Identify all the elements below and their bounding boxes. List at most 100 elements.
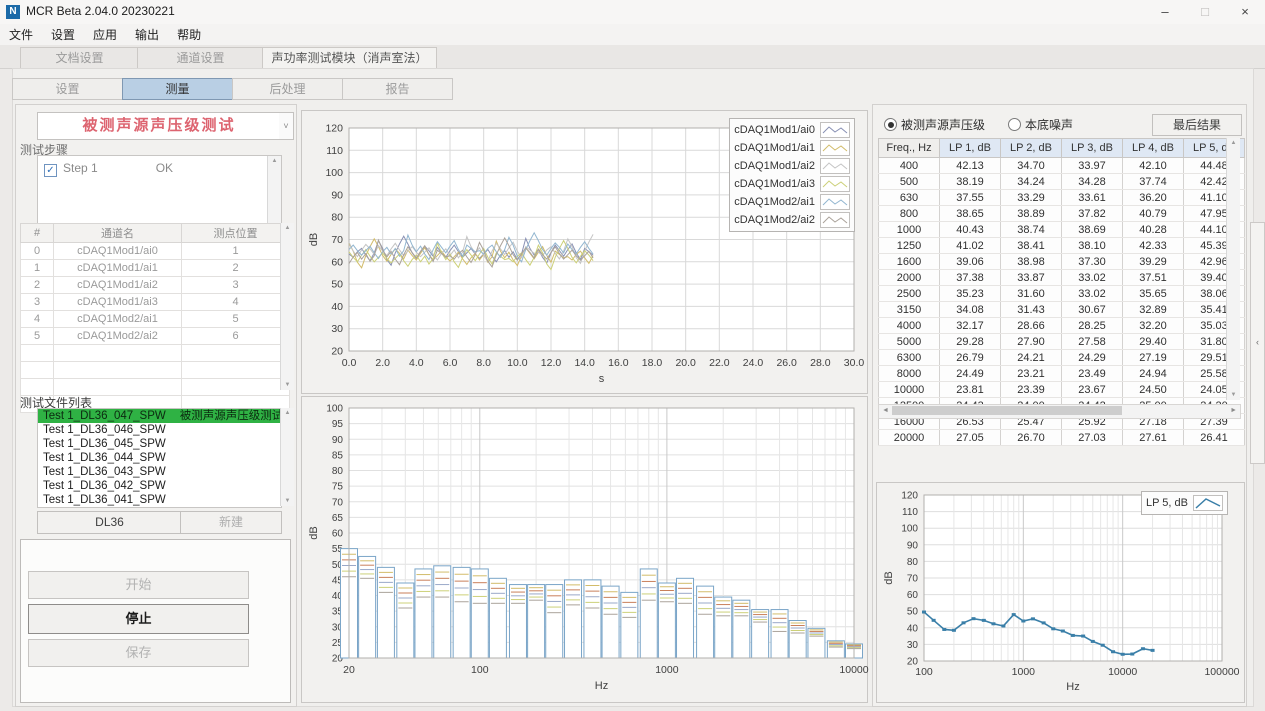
stop-button[interactable]: 停止 [28, 604, 249, 634]
scroll-left-icon[interactable]: ◄ [882, 405, 889, 417]
menu-item[interactable]: 文件 [0, 24, 42, 45]
table-row[interactable]: 160039.0638.9837.3039.2942.96 [879, 254, 1245, 270]
table-row[interactable] [21, 362, 290, 379]
list-item[interactable]: Test 1_DL36_042_SPW [38, 479, 281, 493]
channel-table[interactable]: #通道名测点位置0cDAQ1Mod1/ai011cDAQ1Mod1/ai122c… [20, 223, 290, 413]
table-row[interactable]: 80038.6538.8937.8240.7947.95 [879, 206, 1245, 222]
table-row[interactable]: 500029.2827.9027.5829.4031.80 [879, 334, 1245, 350]
sub-tab-3[interactable]: 报告 [342, 78, 453, 100]
file-name: Test 1_DL36_046_SPW [43, 424, 166, 436]
scroll-up-icon[interactable]: ▲ [281, 410, 294, 416]
scroll-up-icon[interactable]: ▲ [1227, 140, 1240, 146]
svg-text:120: 120 [901, 491, 918, 502]
step-list-item[interactable]: ✓Step 1OK [44, 161, 173, 177]
scroll-up-icon[interactable]: ▲ [281, 225, 294, 231]
svg-text:10000: 10000 [1108, 666, 1137, 678]
svg-text:110: 110 [902, 507, 918, 518]
collapse-panel-handle[interactable]: ‹ [1250, 222, 1265, 464]
main-tab-2[interactable]: 声功率测试模块（消声室法） [262, 47, 437, 69]
file-list-scrollbar[interactable]: ▲ ▼ [280, 408, 294, 506]
final-result-button[interactable]: 最后结果 [1152, 114, 1242, 136]
legend-label: cDAQ1Mod2/ai2 [734, 214, 815, 226]
checkbox-checked-icon[interactable]: ✓ [44, 164, 57, 177]
radio-background[interactable]: 本底噪声 [1008, 116, 1073, 134]
close-button[interactable]: × [1225, 0, 1265, 24]
table-row[interactable]: 800024.4923.2123.4924.9425.58 [879, 366, 1245, 382]
step-list-scrollbar[interactable]: ▲ ▼ [267, 156, 281, 232]
new-button[interactable]: 新建 [180, 511, 282, 534]
table-row[interactable]: 630026.7924.2124.2927.1929.51 [879, 350, 1245, 366]
menu-item[interactable]: 输出 [126, 24, 168, 45]
table-row[interactable]: 400032.1728.6628.2532.2035.03 [879, 318, 1245, 334]
maximize-button[interactable]: □ [1185, 0, 1225, 24]
radio-source[interactable]: 被测声源声压级 [884, 116, 985, 134]
main-tab-0[interactable]: 文档设置 [20, 47, 139, 68]
list-item[interactable]: Test 1_DL36_045_SPW [38, 437, 281, 451]
table-row[interactable]: 0cDAQ1Mod1/ai01 [21, 243, 290, 260]
start-button[interactable]: 开始 [28, 571, 249, 599]
scroll-down-icon[interactable]: ▼ [1227, 392, 1240, 398]
scroll-right-icon[interactable]: ► [1230, 405, 1237, 417]
test-type-combo[interactable]: 被测声源声压级测试 [37, 112, 281, 140]
table-row[interactable]: 40042.1334.7033.9742.1044.48 [879, 158, 1245, 174]
svg-text:95: 95 [332, 419, 344, 430]
table-row[interactable]: 2cDAQ1Mod1/ai23 [21, 277, 290, 294]
time-history-chart: 20304050607080901001101200.02.04.06.08.0… [301, 110, 868, 394]
scroll-down-icon[interactable]: ▼ [281, 498, 294, 504]
table-row[interactable]: 125041.0238.4138.1042.3345.39 [879, 238, 1245, 254]
table-row[interactable]: 200037.3833.8733.0237.5139.40 [879, 270, 1245, 286]
channel-table-scrollbar[interactable]: ▲ ▼ [280, 223, 294, 390]
save-button[interactable]: 保存 [28, 639, 249, 667]
svg-text:dB: dB [308, 526, 320, 539]
scroll-up-icon[interactable]: ▲ [268, 158, 281, 164]
table-row[interactable]: 4cDAQ1Mod2/ai15 [21, 311, 290, 328]
svg-text:1000: 1000 [1012, 666, 1036, 678]
sub-tab-0[interactable]: 设置 [12, 78, 123, 100]
svg-text:60: 60 [332, 529, 344, 540]
menu-item[interactable]: 应用 [84, 24, 126, 45]
table-row[interactable]: 1cDAQ1Mod1/ai12 [21, 260, 290, 277]
window-title: MCR Beta 2.04.0 20230221 [26, 4, 175, 18]
table-row[interactable]: 1000023.8123.3923.6724.5024.05 [879, 382, 1245, 398]
svg-text:60: 60 [331, 256, 343, 268]
list-item[interactable]: Test 1_DL36_046_SPW [38, 423, 281, 437]
table-row[interactable]: 3cDAQ1Mod1/ai34 [21, 294, 290, 311]
minimize-button[interactable]: – [1145, 0, 1185, 24]
table-row[interactable]: 2000027.0526.7027.0327.6126.41 [879, 430, 1245, 446]
sub-tab-1[interactable]: 测量 [122, 78, 233, 100]
legend-entry: cDAQ1Mod1/ai0 [734, 121, 850, 139]
table-row[interactable]: 63037.5533.2933.6136.2041.10 [879, 190, 1245, 206]
list-item[interactable]: Test 1_DL36_043_SPW [38, 465, 281, 479]
list-item[interactable]: Test 1_DL36_047_SPW被测声源声压级测试 [38, 409, 281, 423]
result-table-hscrollbar[interactable]: ◄ ► [878, 404, 1241, 419]
table-row[interactable]: 100040.4338.7438.6940.2844.10 [879, 222, 1245, 238]
legend-entry: cDAQ1Mod1/ai1 [734, 139, 850, 157]
menu-item[interactable]: 帮助 [168, 24, 210, 45]
chevron-down-icon[interactable]: ˅ [279, 112, 294, 140]
result-table[interactable]: Freq., HzLP 1, dBLP 2, dBLP 3, dBLP 4, d… [878, 138, 1245, 446]
svg-text:50: 50 [331, 279, 343, 291]
radio-unselected-icon[interactable] [1008, 118, 1021, 131]
result-table-header: Freq., HzLP 1, dBLP 2, dBLP 3, dBLP 4, d… [879, 139, 1245, 158]
table-row[interactable] [21, 345, 290, 362]
svg-text:100: 100 [901, 524, 918, 535]
radio-selected-icon[interactable] [884, 118, 897, 131]
main-tab-1[interactable]: 通道设置 [137, 47, 264, 68]
table-row[interactable]: 250035.2331.6033.0235.6538.06 [879, 286, 1245, 302]
menu-item[interactable]: 设置 [42, 24, 84, 45]
list-item[interactable]: Test 1_DL36_044_SPW [38, 451, 281, 465]
legend-label: cDAQ1Mod1/ai3 [734, 178, 815, 190]
test-file-list[interactable]: Test 1_DL36_047_SPW被测声源声压级测试Test 1_DL36_… [37, 408, 282, 508]
table-row[interactable]: 5cDAQ1Mod2/ai26 [21, 328, 290, 345]
table-row[interactable]: 315034.0831.4330.6732.8935.41 [879, 302, 1245, 318]
step-list[interactable]: ✓Step 1OK ▲ ▼ [37, 155, 282, 233]
result-table-scrollbar[interactable]: ▲ ▼ [1226, 138, 1240, 400]
table-row[interactable]: 50038.1934.2434.2837.7442.42 [879, 174, 1245, 190]
scroll-down-icon[interactable]: ▼ [281, 382, 294, 388]
svg-text:75: 75 [332, 482, 344, 493]
hscroll-thumb[interactable] [892, 406, 1122, 415]
sub-tab-2[interactable]: 后处理 [232, 78, 343, 100]
list-item[interactable]: Test 1_DL36_041_SPW [38, 493, 281, 507]
dl36-button[interactable]: DL36 [37, 511, 182, 534]
table-row[interactable] [21, 379, 290, 396]
